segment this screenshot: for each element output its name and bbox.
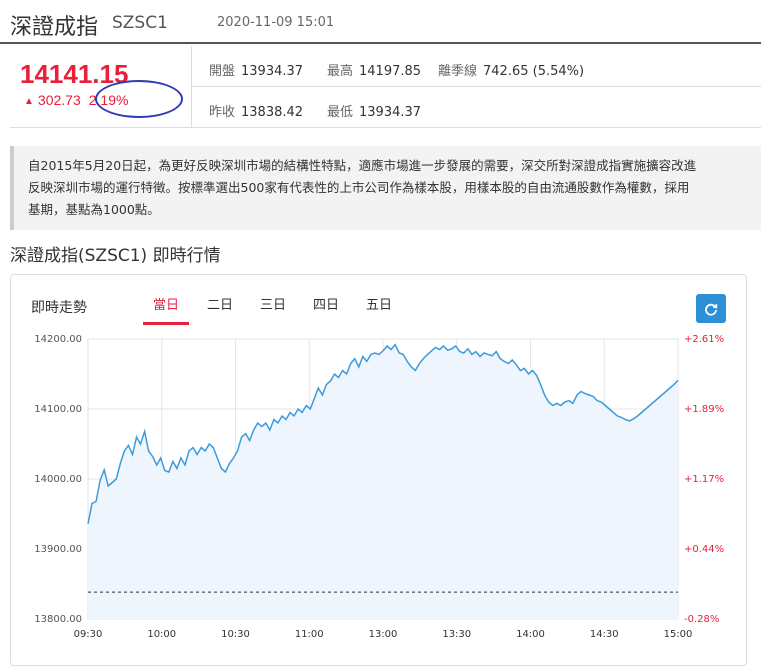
y-tick-label: 13900.00 — [34, 544, 82, 555]
index-name: 深證成指 — [10, 15, 99, 40]
stat-open: 開盤 13934.37 — [209, 60, 303, 79]
x-tick-label: 14:00 — [516, 629, 545, 640]
x-tick-label: 10:00 — [147, 629, 176, 640]
tab-3-day[interactable]: 三日 — [250, 295, 296, 325]
index-code: SZSC1 — [112, 13, 168, 33]
x-tick-label: 09:30 — [74, 629, 103, 640]
tab-5-day[interactable]: 五日 — [356, 295, 402, 325]
quote-summary: 14141.15 ▲ 302.73 2.19% 開盤 13934.37 最高 14197… — [10, 46, 761, 128]
description-line: 反映深圳市場的運行特徵。按標準選出500家有代表性的上市公司作為樣本股，用樣本股… — [28, 180, 690, 195]
y-tick-label: 13800.00 — [34, 614, 82, 625]
description-line: 基期，基點為1000點。 — [28, 202, 160, 217]
stat-label: 離季線 — [438, 64, 478, 79]
refresh-icon — [705, 303, 718, 316]
chart-card-title: 即時走勢 — [31, 300, 87, 316]
stat-label: 最低 — [327, 105, 354, 120]
tab-2-day[interactable]: 二日 — [197, 295, 243, 325]
stat-label: 昨收 — [209, 105, 236, 120]
stat-value: 742.65 (5.54%) — [483, 64, 585, 79]
section-title: 深證成指(SZSC1) 即時行情 — [10, 246, 221, 266]
x-tick-label: 14:30 — [590, 629, 619, 640]
description-line: 自2015年5月20日起，為更好反映深圳市場的結構性特點，適應市場進一步發展的需… — [28, 158, 697, 173]
y-tick-label: 14100.00 — [34, 404, 82, 415]
index-description: 自2015年5月20日起，為更好反映深圳市場的結構性特點，適應市場進一步發展的需… — [10, 146, 761, 230]
y-right-tick-label: -0.28% — [684, 614, 719, 625]
price-change: 302.73 — [37, 92, 81, 108]
tab-1-day[interactable]: 當日 — [143, 295, 189, 325]
stat-low: 最低 13934.37 — [327, 101, 421, 120]
refresh-button[interactable] — [696, 294, 726, 323]
y-right-tick-label: +1.89% — [684, 404, 724, 415]
y-right-tick-label: +1.17% — [684, 474, 724, 485]
stat-value: 13934.37 — [241, 64, 304, 79]
x-tick-label: 13:30 — [442, 629, 471, 640]
stat-label: 開盤 — [209, 64, 236, 79]
x-tick-label: 11:00 — [295, 629, 324, 640]
up-arrow-icon: ▲ — [24, 96, 34, 107]
intraday-chart: 13800.00 -0.28% 13900.00 +0.44% 14000.00 +1.1… — [34, 334, 724, 640]
stat-value: 13838.42 — [241, 105, 304, 120]
x-tick-label: 10:30 — [221, 629, 250, 640]
page-header: 深證成指 SZSC1 2020-11-09 15:01 — [0, 0, 761, 44]
stat-prev-close: 昨收 13838.42 — [209, 101, 303, 120]
stat-label: 最高 — [327, 64, 354, 79]
annotation-circle — [95, 80, 183, 118]
x-tick-label: 15:00 — [664, 629, 693, 640]
y-tick-label: 14200.00 — [34, 334, 82, 345]
stat-value: 14197.85 — [359, 64, 422, 79]
price-panel: 14141.15 ▲ 302.73 2.19% — [10, 46, 192, 128]
x-tick-label: 13:00 — [369, 629, 398, 640]
y-right-tick-label: +0.44% — [684, 544, 724, 555]
y-right-tick-label: +2.61% — [684, 334, 724, 345]
stat-high: 最高 14197.85 — [327, 60, 421, 79]
stat-value: 13934.37 — [359, 105, 422, 120]
tab-4-day[interactable]: 四日 — [303, 295, 349, 325]
stats-row-1: 開盤 13934.37 最高 14197.85 離季線 742.65 (5.54%) — [192, 46, 761, 87]
stats-row-2: 昨收 13838.42 最低 13934.37 — [192, 87, 761, 128]
y-tick-label: 14000.00 — [34, 474, 82, 485]
chart-card: 13800.00 -0.28% 13900.00 +0.44% 14000.00 +1.1… — [10, 274, 747, 666]
stat-ma-deviation: 離季線 742.65 (5.54%) — [438, 60, 584, 79]
quote-timestamp: 2020-11-09 15:01 — [217, 15, 335, 30]
